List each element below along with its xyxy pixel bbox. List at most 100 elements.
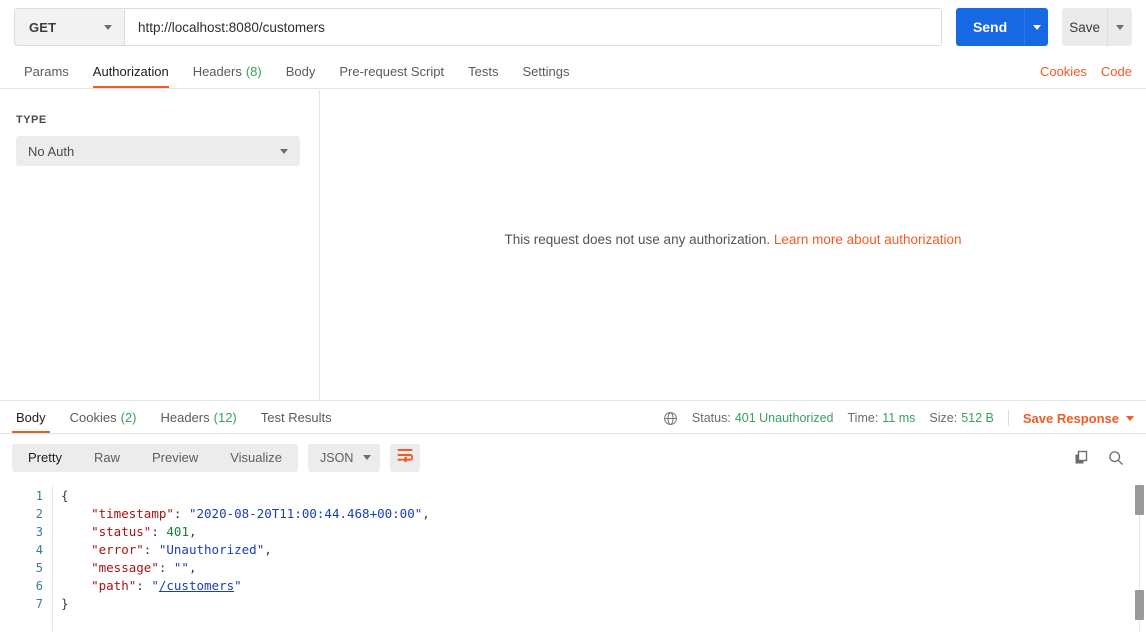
time-label: Time: <box>847 411 879 425</box>
code-token: , <box>264 542 272 557</box>
code-line: "timestamp": "2020-08-20T11:00:44.468+00… <box>61 505 1146 523</box>
http-method-label: GET <box>29 19 57 35</box>
response-bar: Body Cookies (2) Headers (12) Test Results St… <box>0 400 1146 434</box>
response-format-select[interactable]: JSON <box>308 443 381 472</box>
code-token: "timestamp" <box>91 506 174 521</box>
response-view-switcher: Pretty Raw Preview Visualize <box>12 443 299 472</box>
authorization-pane: TYPE No Auth This request does not use a… <box>0 90 1146 400</box>
send-group: Send <box>956 8 1049 46</box>
size-metric: Size: 512 B <box>929 411 993 425</box>
line-number-gutter: 1 2 3 4 5 6 7 <box>0 481 52 633</box>
scrollbar-thumb[interactable] <box>1135 485 1144 515</box>
scrollbar-thumb-secondary[interactable] <box>1135 590 1144 620</box>
response-tab-headers[interactable]: Headers (12) <box>149 410 249 433</box>
request-tab-settings[interactable]: Settings <box>510 64 581 88</box>
code-line: { <box>61 487 1146 505</box>
response-tab-body[interactable]: Body <box>4 410 58 433</box>
send-button[interactable]: Send <box>956 8 1025 46</box>
request-tab-body[interactable]: Body <box>274 64 328 88</box>
code-token[interactable]: /customers <box>159 578 234 593</box>
save-button[interactable]: Save <box>1062 8 1108 46</box>
request-url-input[interactable]: http://localhost:8080/customers <box>125 9 941 45</box>
copy-icon[interactable] <box>1074 450 1090 466</box>
url-group: GET http://localhost:8080/customers <box>14 8 942 46</box>
response-tablist: Body Cookies (2) Headers (12) Test Results <box>0 401 344 433</box>
request-tab-pre-request-script[interactable]: Pre-request Script <box>327 64 456 88</box>
response-view-preview[interactable]: Preview <box>136 444 214 472</box>
code-token: "path" <box>91 578 137 593</box>
word-wrap-toggle[interactable] <box>390 443 421 472</box>
line-number: 1 <box>35 489 43 503</box>
auth-message: This request does not use any authorizat… <box>504 232 961 247</box>
auth-learn-more-link[interactable]: Learn more about authorization <box>774 232 962 247</box>
time-value: 11 ms <box>882 411 916 425</box>
tab-label: Params <box>24 64 69 79</box>
response-tab-cookies[interactable]: Cookies (2) <box>58 410 149 433</box>
request-tab-headers[interactable]: Headers (8) <box>181 64 274 88</box>
tab-label: Tests <box>468 64 499 79</box>
code-token: "status" <box>91 524 152 539</box>
request-tab-authorization[interactable]: Authorization <box>81 64 181 88</box>
chevron-down-icon <box>280 148 288 154</box>
auth-type-select[interactable]: No Auth <box>16 136 300 166</box>
json-response-body[interactable]: { "timestamp": "2020-08-20T11:00:44.468+… <box>53 481 1146 633</box>
code-token: , <box>188 524 197 539</box>
response-toolbar-actions <box>1074 450 1134 466</box>
request-tabs-bar: Params Authorization Headers (8) Body Pre-req… <box>0 54 1146 89</box>
line-number: 6 <box>35 579 43 593</box>
code-vertical-scrollbar[interactable] <box>1135 483 1144 631</box>
tab-count-badge: (8) <box>245 64 262 79</box>
chevron-down-icon <box>104 24 112 30</box>
request-tabs-actions: Cookies Code <box>1040 64 1146 88</box>
response-body-code-view[interactable]: 1 2 3 4 5 6 7 { "timestamp": "2020-08-20T11:00… <box>0 481 1146 633</box>
code-link[interactable]: Code <box>1101 64 1132 79</box>
word-wrap-icon <box>397 448 414 467</box>
chevron-down-icon <box>1032 24 1041 30</box>
save-options-button[interactable] <box>1107 8 1132 46</box>
auth-type-value: No Auth <box>28 143 75 159</box>
auth-message-panel: This request does not use any authorizat… <box>320 90 1146 400</box>
code-token: : <box>151 524 167 539</box>
save-response-label: Save Response <box>1022 410 1119 426</box>
status-metric: Status: 401 Unauthorized <box>692 411 834 425</box>
response-tab-test-results[interactable]: Test Results <box>249 410 344 433</box>
line-number: 7 <box>35 597 43 611</box>
code-line: "error": "Unauthorized", <box>61 541 1146 559</box>
request-tablist: Params Authorization Headers (8) Body Pre-req… <box>0 54 581 88</box>
code-token: } <box>61 596 69 611</box>
line-number: 5 <box>35 561 43 575</box>
search-icon[interactable] <box>1108 450 1124 466</box>
response-view-visualize[interactable]: Visualize <box>214 444 298 472</box>
request-tab-tests[interactable]: Tests <box>456 64 510 88</box>
code-token: : <box>143 542 159 557</box>
tab-label: Headers <box>160 410 210 425</box>
code-token: { <box>61 488 69 503</box>
send-options-button[interactable] <box>1024 8 1049 46</box>
response-view-raw[interactable]: Raw <box>78 444 136 472</box>
tab-label: Test Results <box>260 410 332 425</box>
tab-label: Body <box>285 64 316 79</box>
response-view-pretty[interactable]: Pretty <box>12 444 78 472</box>
cookies-link[interactable]: Cookies <box>1040 64 1087 79</box>
code-token: "2020-08-20T11:00:44.468+00:00" <box>188 506 423 521</box>
response-format-value: JSON <box>320 450 354 465</box>
http-method-select[interactable]: GET <box>15 9 125 45</box>
save-response-button[interactable]: Save Response <box>1023 411 1134 426</box>
tab-label: Headers <box>192 64 242 79</box>
response-body-toolbar: Pretty Raw Preview Visualize JSON <box>0 434 1146 481</box>
status-label: Status: <box>691 411 731 425</box>
code-token: "error" <box>91 542 144 557</box>
globe-icon <box>663 411 678 426</box>
request-tab-params[interactable]: Params <box>12 64 81 88</box>
code-token: "Unauthorized" <box>158 542 265 557</box>
request-bar: GET http://localhost:8080/customers Send… <box>0 0 1146 54</box>
status-value: 401 Unauthorized <box>734 411 834 425</box>
code-line: "message": "", <box>61 559 1146 577</box>
code-line: "status": 401, <box>61 523 1146 541</box>
size-label: Size: <box>929 411 958 425</box>
